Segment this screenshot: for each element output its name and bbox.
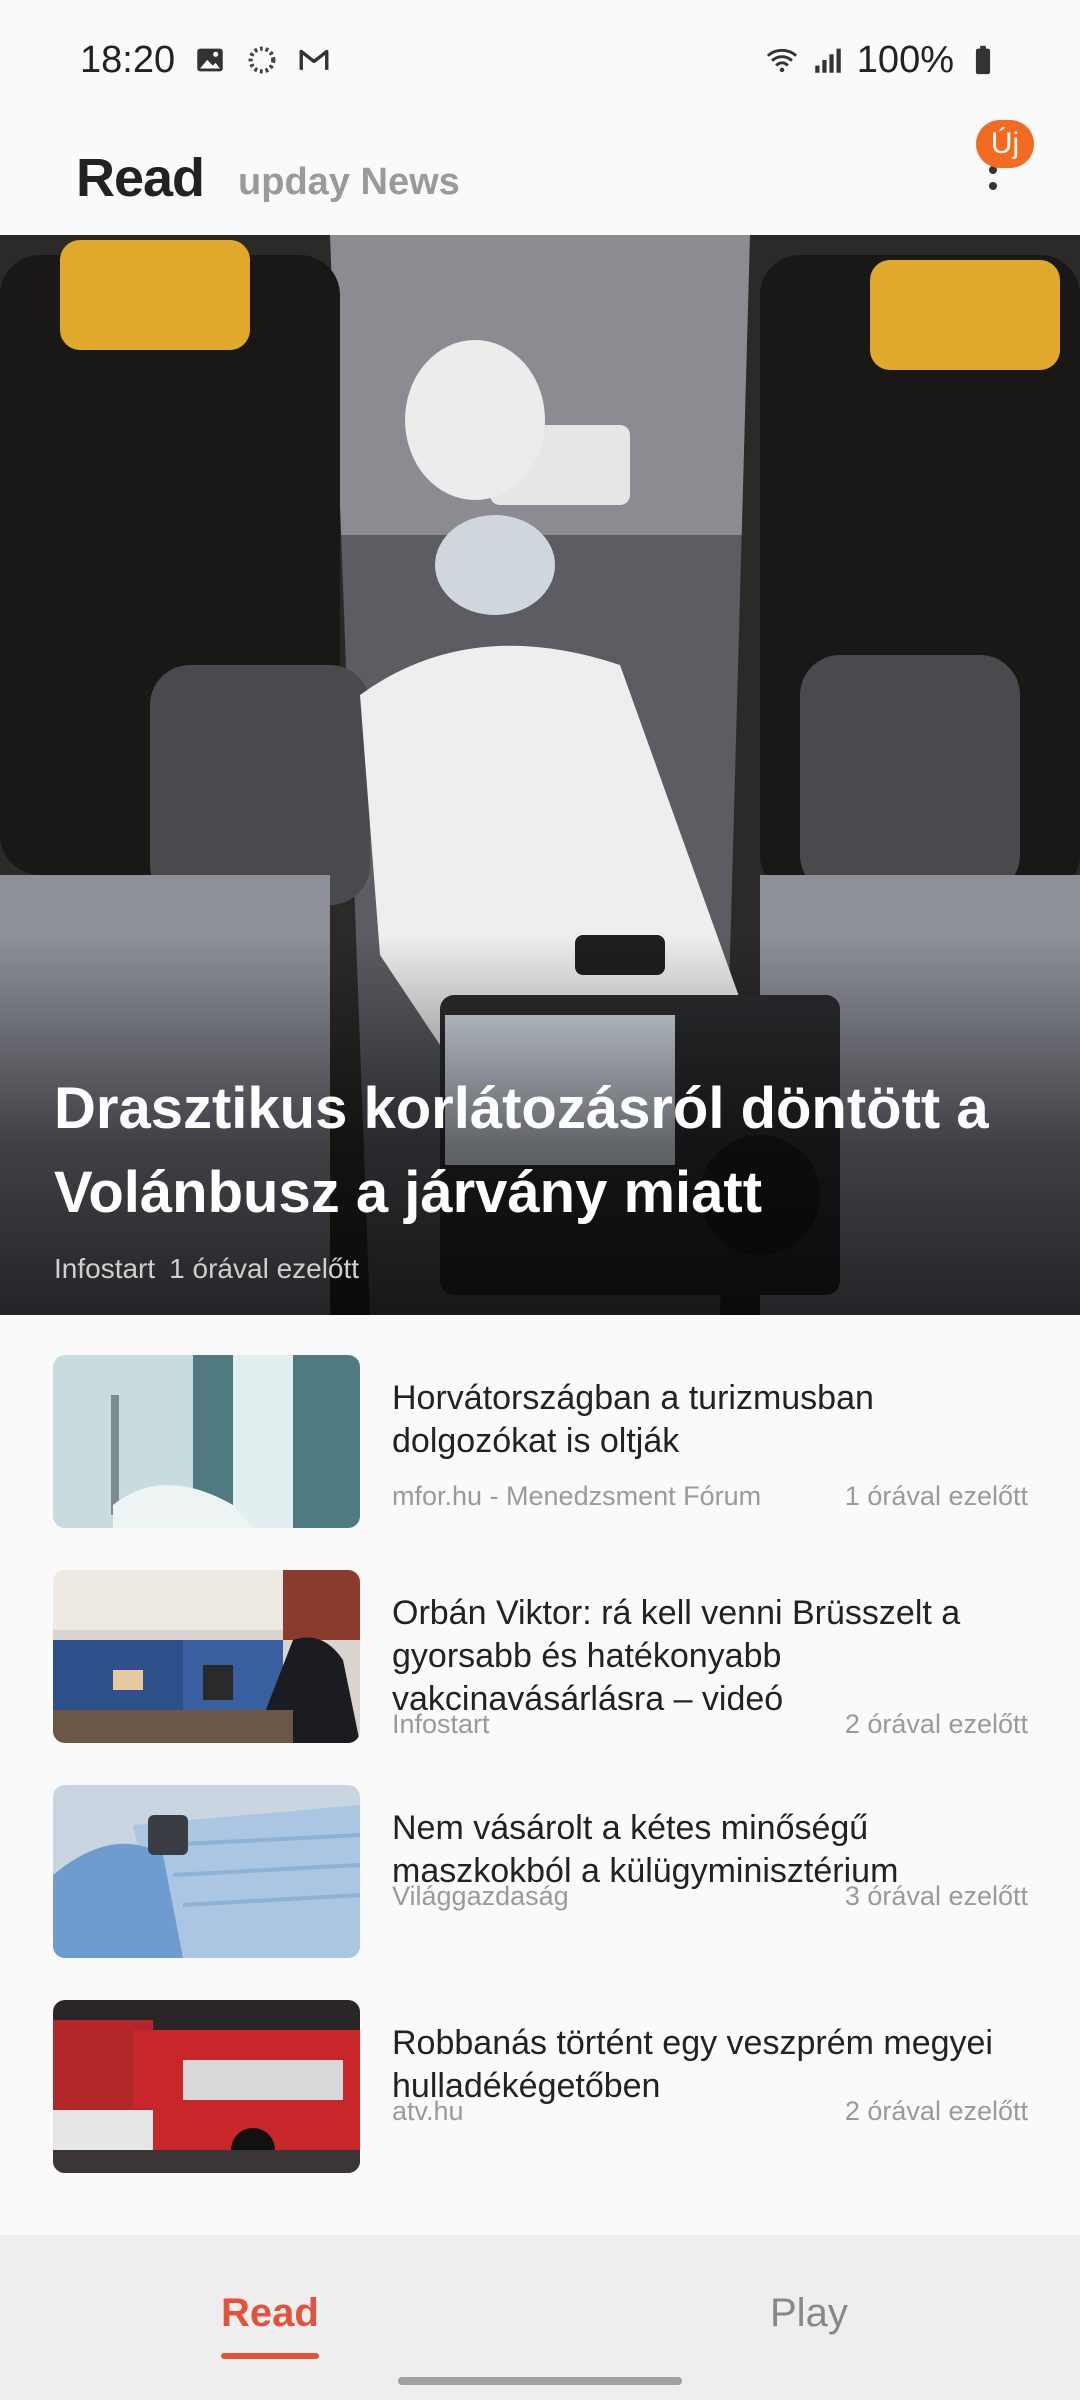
article-meta: Infostart 2 órával ezelőtt (392, 1709, 1028, 1740)
battery-percent: 100% (856, 38, 954, 81)
article-source: atv.hu (392, 2096, 464, 2126)
article-thumbnail (53, 1785, 360, 1958)
status-bar: 18:20 100% (0, 0, 1080, 120)
article-time: 2 órával ezelőtt (844, 2096, 1028, 2126)
status-right: 100% (765, 39, 1000, 82)
article-meta: atv.hu 2 órával ezelőtt (392, 2096, 1028, 2127)
hero-article[interactable]: Drasztikus korlátozásról döntött a Volán… (0, 235, 1080, 1315)
article-thumbnail (53, 2000, 360, 2173)
wifi-icon (766, 48, 797, 73)
article-meta: mfor.hu - Menedzsment Fórum 1 órával eze… (392, 1481, 1028, 1512)
hero-title: Drasztikus korlátozásról döntött a Volán… (54, 1076, 989, 1225)
app-title: Read (76, 147, 205, 208)
article-thumbnail (53, 1355, 360, 1528)
article-list: Horvátországban a turizmusban dolgozókat… (0, 1355, 1080, 2215)
status-left: 18:20 (80, 39, 331, 82)
hero-meta: Infostart 1 órával ezelőtt (54, 1253, 359, 1285)
home-indicator[interactable] (398, 2377, 682, 2385)
article-title: Horvátországban a turizmusban dolgozókat… (392, 1379, 874, 1460)
app-subtitle: upday News (238, 161, 460, 203)
active-tab-indicator (221, 2353, 319, 2359)
article-time: 3 órával ezelőtt (844, 1881, 1028, 1911)
article-thumbnail (53, 1570, 360, 1743)
gmail-icon (299, 49, 329, 70)
hero-source: Infostart (54, 1253, 156, 1284)
tab-play[interactable]: Play (770, 2291, 848, 2336)
article-source: mfor.hu - Menedzsment Fórum (392, 1481, 762, 1511)
list-item[interactable]: Horvátországban a turizmusban dolgozókat… (0, 1355, 1080, 1570)
image-icon (197, 48, 223, 72)
article-time: 1 órával ezelőtt (844, 1481, 1028, 1511)
battery-icon (975, 45, 991, 75)
signal-icon (815, 48, 841, 73)
article-source: Világgazdaság (392, 1881, 569, 1911)
new-badge: Új (976, 120, 1034, 168)
bottom-navigation: Read Play (0, 2235, 1080, 2400)
hero-time: 1 órával ezelőtt (169, 1253, 360, 1284)
tab-play-label: Play (770, 2291, 848, 2335)
overflow-menu-button[interactable]: Új (944, 120, 1034, 235)
tab-read[interactable]: Read (221, 2291, 319, 2359)
list-item[interactable]: Robbanás történt egy veszprém megyei hul… (0, 2000, 1080, 2215)
tab-read-label: Read (221, 2291, 319, 2335)
sync-icon (248, 46, 276, 74)
article-time: 2 órával ezelőtt (844, 1709, 1028, 1739)
list-item[interactable]: Orbán Viktor: rá kell venni Brüsszelt a … (0, 1570, 1080, 1785)
status-time: 18:20 (80, 38, 176, 81)
article-source: Infostart (392, 1709, 490, 1739)
article-meta: Világgazdaság 3 órával ezelőtt (392, 1881, 1028, 1912)
app-header: Read upday News Új (0, 120, 1080, 235)
article-title: Orbán Viktor: rá kell venni Brüsszelt a … (392, 1594, 961, 1718)
list-item[interactable]: Nem vásárolt a kétes minőségű maszkokból… (0, 1785, 1080, 2000)
